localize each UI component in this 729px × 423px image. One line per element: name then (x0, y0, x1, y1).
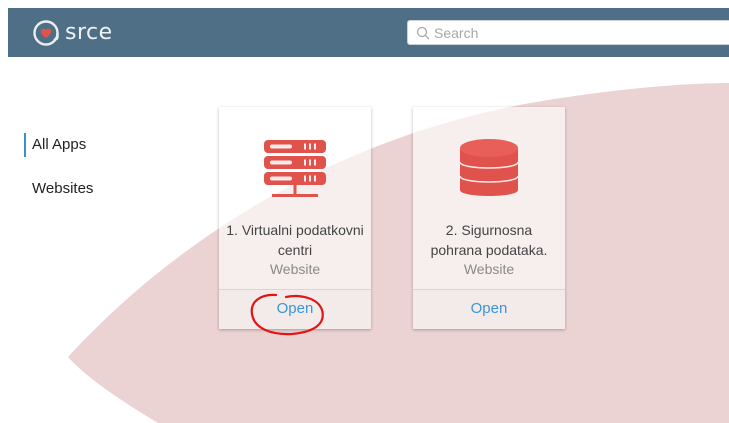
at-heart-logo-icon (33, 20, 59, 46)
card-footer: Open (413, 289, 565, 329)
sidebar-item-websites[interactable]: Websites (24, 177, 93, 201)
sidebar-nav: All Apps Websites (24, 133, 93, 221)
search-icon (416, 26, 430, 39)
app-title: 1. Virtualni podatkovni centri (226, 222, 364, 258)
card-footer: Open (219, 289, 371, 329)
open-button[interactable]: Open (219, 290, 371, 327)
search-input[interactable] (434, 24, 724, 41)
sidebar-item-all-apps[interactable]: All Apps (24, 133, 93, 157)
open-button[interactable]: Open (413, 290, 565, 327)
app-frame: srce All Apps Websites (8, 8, 729, 423)
app-title: 2. Sigurnosna pohrana podataka. (430, 222, 548, 258)
app-type: Website (269, 261, 321, 277)
search-box[interactable] (407, 20, 729, 45)
app-card-sigurnosna-pohrana-podataka[interactable]: 2. Sigurnosna pohrana podataka. Website … (413, 107, 565, 329)
app-type: Website (463, 261, 515, 277)
srce-logo[interactable]: srce (32, 19, 113, 47)
app-card-virtualni-podatkovni-centri[interactable]: 1. Virtualni podatkovni centri Website O… (219, 107, 371, 329)
server-rack-icon (264, 140, 326, 197)
logo-text: srce (65, 20, 113, 45)
top-header: srce (8, 8, 729, 57)
database-icon (459, 139, 519, 196)
